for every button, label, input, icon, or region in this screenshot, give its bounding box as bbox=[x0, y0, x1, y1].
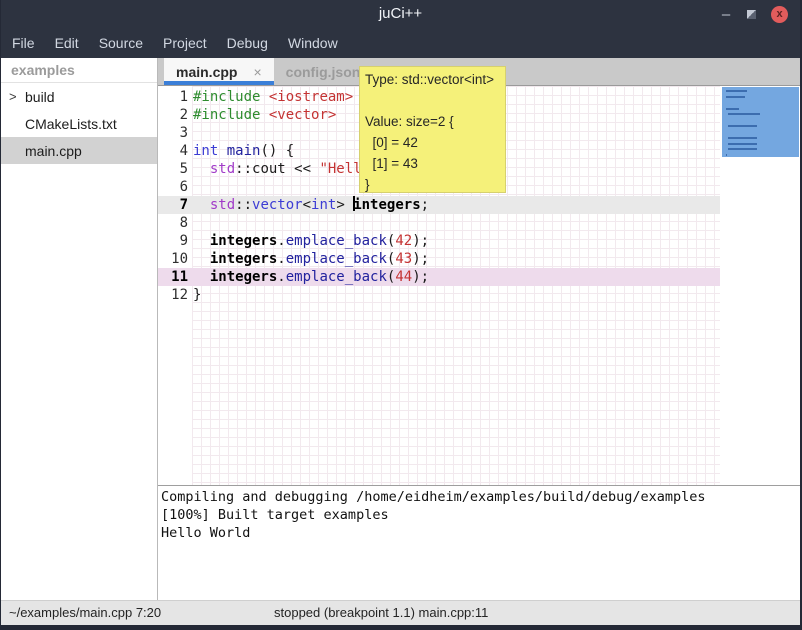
code-line: integers.emplace_back(43); bbox=[193, 250, 454, 268]
minimap-code-line bbox=[728, 113, 760, 115]
maximize-icon[interactable] bbox=[747, 10, 756, 19]
minimap-code-line bbox=[728, 137, 757, 139]
line-number[interactable]: 9 bbox=[158, 232, 188, 250]
file-browser-sidebar: examples > build CMakeLists.txt main.cpp bbox=[1, 58, 158, 600]
minimap-code-line bbox=[726, 108, 739, 110]
line-number[interactable]: 5 bbox=[158, 160, 188, 178]
close-icon[interactable]: x bbox=[771, 6, 788, 23]
line-number[interactable]: 4 bbox=[158, 142, 188, 160]
code-line: } bbox=[193, 286, 454, 304]
tooltip-line: } bbox=[365, 174, 500, 193]
line-number[interactable]: 1 bbox=[158, 88, 188, 106]
minimap-code-line bbox=[726, 96, 745, 98]
terminal-line: Compiling and debugging /home/eidheim/ex… bbox=[161, 488, 797, 506]
line-number[interactable]: 12 bbox=[158, 286, 188, 304]
code-line: integers.emplace_back(42); bbox=[193, 232, 454, 250]
sidebar-item-cmakelists-txt[interactable]: CMakeLists.txt bbox=[1, 110, 157, 137]
line-number[interactable]: 8 bbox=[158, 214, 188, 232]
line-number[interactable]: 6 bbox=[158, 178, 188, 196]
status-debug-state: stopped (breakpoint 1.1) main.cpp:11 bbox=[274, 605, 488, 620]
menu-item-project[interactable]: Project bbox=[153, 35, 217, 51]
file-label: main.cpp bbox=[25, 143, 82, 159]
debug-tooltip: Type: std::vector<int>Value: size=2 { [0… bbox=[359, 66, 506, 193]
code-line: std::vector<int> integers; bbox=[193, 196, 454, 214]
minimap-code-line bbox=[726, 154, 727, 156]
line-number[interactable]: 11 bbox=[158, 268, 188, 286]
app-window: juCi++ – x FileEditSourceProjectDebugWin… bbox=[0, 0, 802, 630]
status-file-position: ~/examples/main.cpp 7:20 bbox=[9, 605, 161, 620]
minimap-code-line bbox=[726, 90, 747, 92]
line-number[interactable]: 10 bbox=[158, 250, 188, 268]
menu-item-edit[interactable]: Edit bbox=[45, 35, 89, 51]
tooltip-line bbox=[365, 90, 500, 111]
line-number-gutter[interactable]: 123456789101112 bbox=[158, 88, 188, 304]
window-border bbox=[1, 625, 800, 630]
menu-item-source[interactable]: Source bbox=[89, 35, 153, 51]
line-number[interactable]: 2 bbox=[158, 106, 188, 124]
menu-item-file[interactable]: File bbox=[2, 35, 45, 51]
minimap-code-line bbox=[728, 148, 757, 150]
tab-config-json[interactable]: config.json bbox=[274, 58, 373, 85]
menubar: FileEditSourceProjectDebugWindow bbox=[1, 28, 800, 58]
tooltip-line: [0] = 42 bbox=[365, 132, 500, 153]
line-number[interactable]: 3 bbox=[158, 124, 188, 142]
sidebar-item-main-cpp[interactable]: main.cpp bbox=[1, 137, 157, 164]
file-label: build bbox=[25, 89, 55, 105]
tab-main-cpp[interactable]: main.cpp × bbox=[164, 58, 274, 85]
minimap-code-line bbox=[728, 125, 757, 127]
terminal-line: [100%] Built target examples bbox=[161, 506, 797, 524]
tab-label: main.cpp bbox=[176, 64, 237, 80]
minimap-code-line bbox=[728, 143, 757, 145]
minimize-icon[interactable]: – bbox=[720, 6, 732, 23]
file-tree: > build CMakeLists.txt main.cpp bbox=[1, 83, 157, 164]
sidebar-item-build[interactable]: > build bbox=[1, 83, 157, 110]
code-line: integers.emplace_back(44); bbox=[193, 268, 454, 286]
terminal-output[interactable]: Compiling and debugging /home/eidheim/ex… bbox=[158, 485, 800, 600]
menu-item-window[interactable]: Window bbox=[278, 35, 348, 51]
chevron-right-icon[interactable]: > bbox=[9, 89, 17, 104]
file-label: CMakeLists.txt bbox=[25, 116, 117, 132]
close-tab-icon[interactable]: × bbox=[253, 64, 261, 80]
code-line bbox=[193, 214, 454, 232]
project-name-header: examples bbox=[1, 58, 157, 83]
minimap-viewport[interactable] bbox=[722, 87, 799, 157]
tab-label: config.json bbox=[286, 64, 361, 80]
terminal-line: Hello World bbox=[161, 524, 797, 542]
line-number[interactable]: 7 bbox=[158, 196, 188, 214]
titlebar: juCi++ – x bbox=[1, 0, 800, 28]
window-title: juCi++ bbox=[1, 0, 800, 28]
statusbar: ~/examples/main.cpp 7:20 stopped (breakp… bbox=[1, 600, 800, 625]
tooltip-line: [1] = 43 bbox=[365, 153, 500, 174]
menu-item-debug[interactable]: Debug bbox=[217, 35, 278, 51]
window-controls: – x bbox=[720, 0, 788, 28]
tooltip-line: Value: size=2 { bbox=[365, 111, 500, 132]
tooltip-line: Type: std::vector<int> bbox=[365, 69, 500, 90]
